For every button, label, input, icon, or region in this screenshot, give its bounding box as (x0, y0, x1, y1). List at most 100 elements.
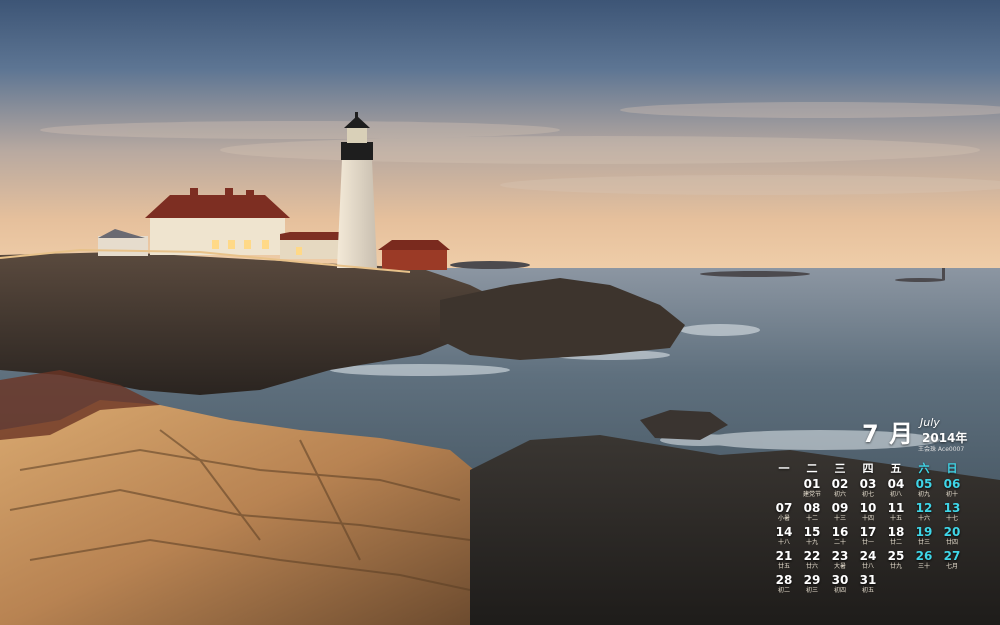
day-number: 15 (803, 525, 821, 539)
lunar-date: 廿九 (889, 563, 902, 570)
calendar-day: 15 十九 (798, 526, 826, 550)
day-number: 10 (859, 501, 877, 515)
calendar-day: 23 大暑 (826, 550, 854, 574)
lunar-date: 初六 (833, 491, 846, 498)
calendar-day: 31 初五 (854, 574, 882, 598)
lunar-date: 建党节 (802, 491, 821, 498)
day-number: 12 (915, 501, 933, 515)
calendar-day: 17 廿一 (854, 526, 882, 550)
weekday-label: 日 (946, 462, 958, 475)
day-number: 21 (775, 549, 793, 563)
day-number: 24 (859, 549, 877, 563)
day-number: 08 (803, 501, 821, 515)
calendar-day: 05 初九 (910, 478, 938, 502)
calendar-day: 06 初十 (938, 478, 966, 502)
month-number: 7 月 (862, 420, 915, 448)
lunar-date: 廿六 (805, 563, 818, 570)
red-oil-house (378, 240, 450, 270)
lunar-date: 廿二 (889, 539, 902, 546)
weekday-label: 一 (778, 462, 790, 475)
day-number: 22 (803, 549, 821, 563)
day-number: 27 (943, 549, 961, 563)
lunar-date: 十八 (777, 539, 790, 546)
calendar-day: 27 七月 (938, 550, 966, 574)
calendar-day: 07 小暑 (770, 502, 798, 526)
lunar-date: 初九 (917, 491, 930, 498)
day-number: 31 (859, 573, 877, 587)
day-number: 07 (775, 501, 793, 515)
lunar-date: 十七 (945, 515, 958, 522)
calendar-day: 08 十二 (798, 502, 826, 526)
calendar-day: 04 初八 (882, 478, 910, 502)
lunar-date: 初十 (945, 491, 958, 498)
lunar-date: 廿五 (777, 563, 790, 570)
day-number: 05 (915, 477, 933, 491)
lunar-date: 廿四 (945, 539, 958, 546)
calendar-day: 25 廿九 (882, 550, 910, 574)
calendar-day: 11 十五 (882, 502, 910, 526)
lunar-date: 廿一 (861, 539, 874, 546)
lunar-date: 初三 (805, 587, 818, 594)
day-number: 29 (803, 573, 821, 587)
calendar-day: 13 十七 (938, 502, 966, 526)
calendar-day (882, 574, 910, 598)
day-number: 13 (943, 501, 961, 515)
day-number: 02 (831, 477, 849, 491)
day-number: 01 (803, 477, 821, 491)
day-number: 18 (887, 525, 905, 539)
calendar-day: 18 廿二 (882, 526, 910, 550)
calendar-grid: 01 建党节 02 初六 03 初七 04 初八 05 初九 06 初十 07 小暑 08 十二 09 十三 10 十… (770, 478, 975, 598)
lunar-date: 初七 (861, 491, 874, 498)
calendar-day: 26 三十 (910, 550, 938, 574)
lunar-date: 二十 (833, 539, 846, 546)
day-number: 25 (887, 549, 905, 563)
calendar-day: 03 初七 (854, 478, 882, 502)
lunar-date: 十二 (805, 515, 818, 522)
day-number: 17 (859, 525, 877, 539)
weekday-header: 一二三四五六日 (770, 460, 975, 476)
calendar-day: 12 十六 (910, 502, 938, 526)
lunar-date: 初八 (889, 491, 902, 498)
calendar-day (910, 574, 938, 598)
day-number: 04 (887, 477, 905, 491)
lunar-date: 十九 (805, 539, 818, 546)
lunar-date: 初四 (833, 587, 846, 594)
calendar-day (938, 574, 966, 598)
month-english: July (920, 416, 940, 429)
weekday-label: 三 (834, 462, 846, 475)
calendar-day: 19 廿三 (910, 526, 938, 550)
calendar-day (770, 478, 798, 502)
lunar-date: 十三 (833, 515, 846, 522)
calendar-day: 30 初四 (826, 574, 854, 598)
lunar-date: 三十 (917, 563, 930, 570)
day-number: 11 (887, 501, 905, 515)
calendar-day: 22 廿六 (798, 550, 826, 574)
lunar-date: 十四 (861, 515, 874, 522)
calendar-day: 16 二十 (826, 526, 854, 550)
day-number: 19 (915, 525, 933, 539)
calendar-day: 28 初二 (770, 574, 798, 598)
lunar-date: 七月 (945, 563, 958, 570)
calendar-day: 02 初六 (826, 478, 854, 502)
lunar-date: 十五 (889, 515, 902, 522)
day-number: 16 (831, 525, 849, 539)
calendar-overlay: 7 月 July 2014年 王会珠 Ace0007 一 二 三 四 五 六 日 01 建党节… (770, 412, 975, 612)
day-number: 28 (775, 573, 793, 587)
calendar-day: 24 廿八 (854, 550, 882, 574)
day-number: 06 (943, 477, 961, 491)
calendar-day: 01 建党节 (798, 478, 826, 502)
lunar-date: 大暑 (833, 563, 846, 570)
day-number: 20 (943, 525, 961, 539)
calendar-day: 20 廿四 (938, 526, 966, 550)
lunar-date: 廿八 (861, 563, 874, 570)
day-number: 23 (831, 549, 849, 563)
calendar-day: 29 初三 (798, 574, 826, 598)
calendar-day: 10 十四 (854, 502, 882, 526)
lunar-date: 初二 (777, 587, 790, 594)
day-number: 03 (859, 477, 877, 491)
photo-credit: 王会珠 Ace0007 (918, 446, 965, 453)
weekday-label: 五 (890, 462, 902, 475)
calendar-day: 09 十三 (826, 502, 854, 526)
weekday-label: 四 (862, 462, 874, 475)
day-number: 30 (831, 573, 849, 587)
